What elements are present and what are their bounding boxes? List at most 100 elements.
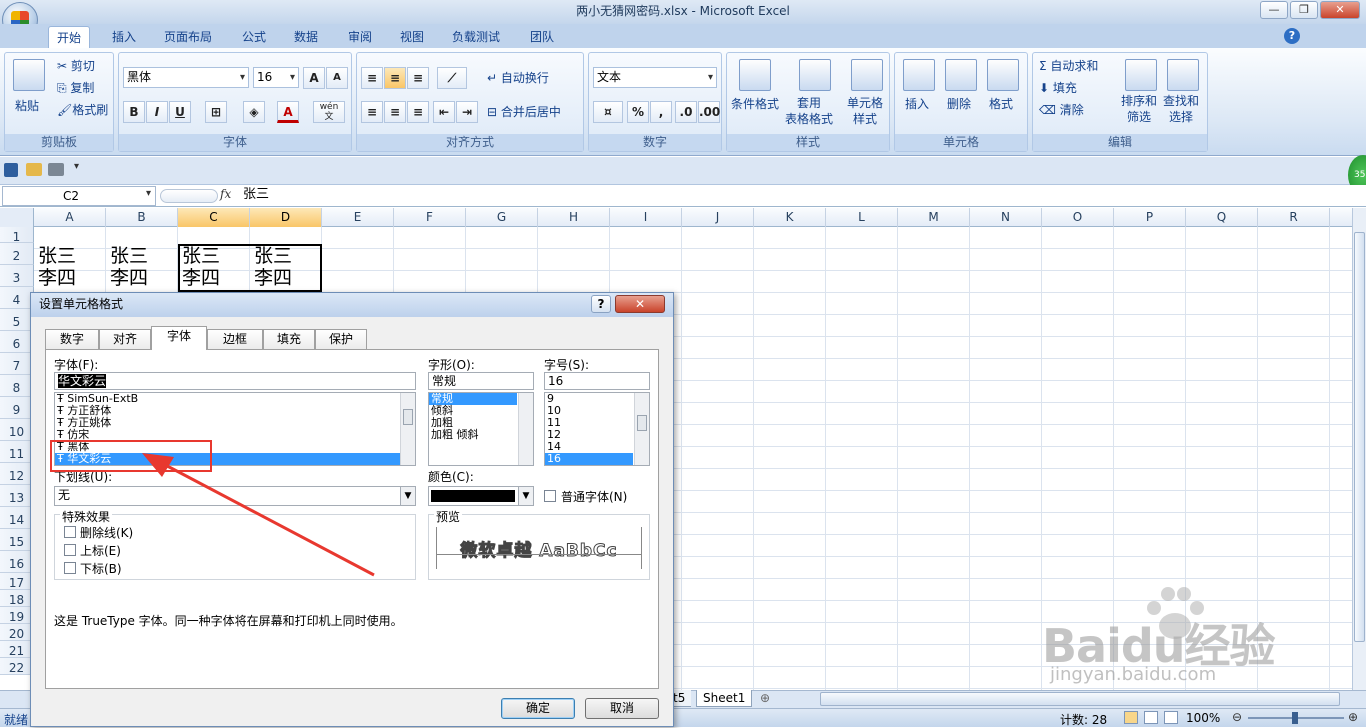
column-header-r[interactable]: R bbox=[1258, 208, 1330, 227]
help-icon[interactable]: ? bbox=[1284, 28, 1300, 44]
save-icon[interactable] bbox=[4, 163, 18, 177]
column-header-g[interactable]: G bbox=[466, 208, 538, 227]
find-select-button[interactable]: 查找和 选择 bbox=[1163, 93, 1199, 125]
font-list-item[interactable]: Ŧ 方正姚体 bbox=[55, 417, 415, 429]
color-picker[interactable]: ▼ bbox=[428, 486, 534, 506]
number-format-combo[interactable]: 文本 bbox=[593, 67, 717, 88]
row-header-10[interactable]: 10 bbox=[0, 419, 34, 441]
font-color-button[interactable]: A bbox=[277, 101, 299, 123]
align-top-button[interactable]: ≡ bbox=[361, 67, 383, 89]
dialog-tab-fill[interactable]: 填充 bbox=[263, 329, 315, 349]
format-cells-button[interactable]: 格式 bbox=[989, 95, 1013, 112]
cell-c3[interactable]: 李四 bbox=[182, 267, 220, 289]
insert-function-icon[interactable]: fx bbox=[220, 187, 231, 201]
row-header-17[interactable]: 17 bbox=[0, 573, 34, 590]
row-header-2[interactable]: 2 bbox=[0, 243, 34, 265]
column-header-n[interactable]: N bbox=[970, 208, 1042, 227]
normal-view-icon[interactable] bbox=[1124, 711, 1138, 724]
row-header-19[interactable]: 19 bbox=[0, 607, 34, 624]
ok-button[interactable]: 确定 bbox=[501, 698, 575, 719]
wrap-text-button[interactable]: ↵ 自动换行 bbox=[487, 69, 549, 86]
close-button[interactable]: ✕ bbox=[1320, 1, 1360, 19]
tab-home[interactable]: 开始 bbox=[48, 26, 91, 49]
name-box[interactable]: C2 bbox=[2, 186, 156, 206]
align-right-button[interactable]: ≡ bbox=[407, 101, 429, 123]
shrink-font-button[interactable]: A bbox=[326, 67, 348, 89]
font-list-scrollbar[interactable] bbox=[400, 393, 415, 465]
underline-button[interactable]: U bbox=[169, 101, 191, 123]
column-header-c[interactable]: C bbox=[178, 208, 250, 227]
size-list-scrollbar[interactable] bbox=[634, 393, 649, 465]
format-painter-button[interactable]: 🖌格式刷 bbox=[57, 101, 108, 118]
row-header-12[interactable]: 12 bbox=[0, 463, 34, 485]
row-header-14[interactable]: 14 bbox=[0, 507, 34, 529]
style-list-scrollbar[interactable] bbox=[518, 393, 533, 465]
column-header-i[interactable]: I bbox=[610, 208, 682, 227]
row-header-20[interactable]: 20 bbox=[0, 624, 34, 641]
align-center-button[interactable]: ≡ bbox=[384, 101, 406, 123]
print-icon[interactable] bbox=[48, 163, 64, 176]
column-header-m[interactable]: M bbox=[898, 208, 970, 227]
column-header-j[interactable]: J bbox=[682, 208, 754, 227]
row-header-22[interactable]: 22 bbox=[0, 658, 34, 675]
cell-styles-button[interactable]: 单元格 样式 bbox=[847, 95, 883, 127]
column-header-o[interactable]: O bbox=[1042, 208, 1114, 227]
font-list-scroll-thumb[interactable] bbox=[403, 409, 413, 425]
row-header-9[interactable]: 9 bbox=[0, 397, 34, 419]
scroll-thumb[interactable] bbox=[1354, 232, 1365, 642]
font-name-combo[interactable]: 黑体 bbox=[123, 67, 249, 88]
cell-b3[interactable]: 李四 bbox=[110, 267, 148, 289]
tab-review[interactable]: 审阅 bbox=[340, 26, 380, 48]
column-header-q[interactable]: Q bbox=[1186, 208, 1258, 227]
row-header-18[interactable]: 18 bbox=[0, 590, 34, 607]
increase-indent-button[interactable]: ⇥ bbox=[456, 101, 478, 123]
underline-dropdown-icon[interactable]: ▼ bbox=[400, 487, 415, 505]
zoom-slider-thumb[interactable] bbox=[1292, 712, 1298, 724]
italic-button[interactable]: I bbox=[146, 101, 168, 123]
tab-page-layout[interactable]: 页面布局 bbox=[156, 26, 220, 48]
bold-button[interactable]: B bbox=[123, 101, 145, 123]
column-header-h[interactable]: H bbox=[538, 208, 610, 227]
align-middle-button[interactable]: ≡ bbox=[384, 67, 406, 89]
restore-button[interactable]: ❐ bbox=[1290, 1, 1318, 19]
fill-button[interactable]: ⬇ 填充 bbox=[1039, 79, 1077, 96]
size-list[interactable]: 9 10 11 12 14 16 bbox=[544, 392, 650, 466]
decrease-indent-button[interactable]: ⇤ bbox=[433, 101, 455, 123]
dialog-tab-font[interactable]: 字体 bbox=[151, 326, 207, 350]
align-left-button[interactable]: ≡ bbox=[361, 101, 383, 123]
row-header-3[interactable]: 3 bbox=[0, 265, 34, 287]
insert-cells-button[interactable]: 插入 bbox=[905, 95, 929, 112]
style-list[interactable]: 常规 倾斜 加粗 加粗 倾斜 bbox=[428, 392, 534, 466]
cell-a2[interactable]: 张三 bbox=[38, 245, 76, 267]
cut-button[interactable]: ✂ 剪切 bbox=[57, 57, 95, 74]
subscript-checkbox[interactable] bbox=[64, 562, 76, 574]
tab-team[interactable]: 团队 bbox=[522, 26, 562, 48]
page-layout-view-icon[interactable] bbox=[1144, 711, 1158, 724]
style-input[interactable]: 常规 bbox=[428, 372, 534, 390]
decrease-decimal-button[interactable]: .00 bbox=[698, 101, 720, 123]
tab-data[interactable]: 数据 bbox=[286, 26, 326, 48]
select-all-corner[interactable] bbox=[0, 208, 34, 227]
orientation-button[interactable]: ⟋ bbox=[437, 67, 467, 89]
zoom-out-icon[interactable]: ⊖ bbox=[1232, 710, 1242, 724]
grow-font-button[interactable]: A bbox=[303, 67, 325, 89]
column-header-e[interactable]: E bbox=[322, 208, 394, 227]
copy-button[interactable]: ⎘ 复制 bbox=[57, 79, 94, 96]
column-header-l[interactable]: L bbox=[826, 208, 898, 227]
dialog-help-button[interactable]: ? bbox=[591, 295, 611, 313]
percent-button[interactable]: % bbox=[627, 101, 649, 123]
page-break-view-icon[interactable] bbox=[1164, 711, 1178, 724]
cell-c2[interactable]: 张三 bbox=[182, 245, 220, 267]
delete-cells-button[interactable]: 删除 bbox=[947, 95, 971, 112]
merge-center-button[interactable]: ⊟ 合并后居中 bbox=[487, 103, 561, 120]
open-folder-icon[interactable] bbox=[26, 163, 42, 176]
name-box-dropdown-icon[interactable]: ▾ bbox=[146, 188, 151, 199]
column-header-k[interactable]: K bbox=[754, 208, 826, 227]
superscript-checkbox[interactable] bbox=[64, 544, 76, 556]
row-header-13[interactable]: 13 bbox=[0, 485, 34, 507]
cell-d2[interactable]: 张三 bbox=[254, 245, 292, 267]
new-sheet-icon[interactable]: ⊕ bbox=[760, 691, 770, 705]
phonetic-button[interactable]: wén 文 bbox=[313, 101, 345, 123]
formula-bar-splitter[interactable] bbox=[160, 189, 218, 203]
align-bottom-button[interactable]: ≡ bbox=[407, 67, 429, 89]
